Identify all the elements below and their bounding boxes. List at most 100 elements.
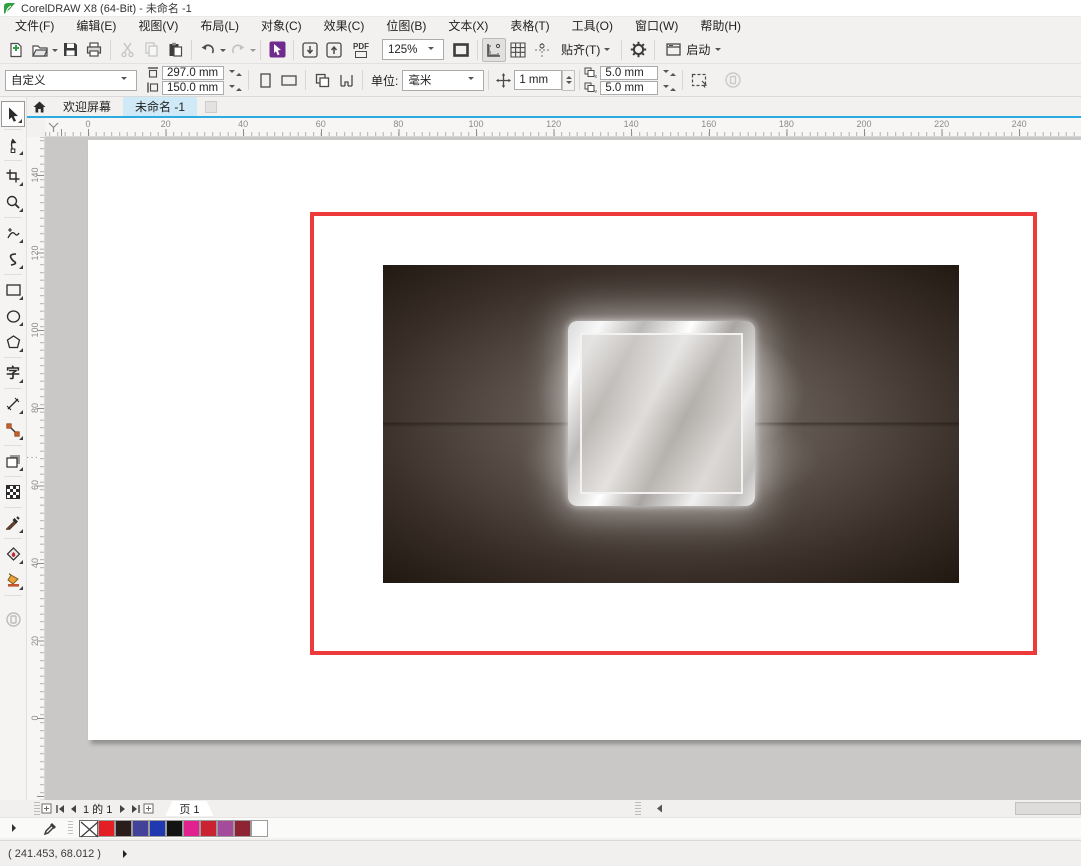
transparency-tool[interactable]: [1, 479, 25, 505]
page-height-spinner[interactable]: [227, 85, 244, 91]
color-swatch[interactable]: [200, 820, 217, 837]
show-grid-button[interactable]: [506, 38, 530, 62]
hscroll-left-arrow[interactable]: [653, 802, 666, 815]
color-swatch[interactable]: [234, 820, 251, 837]
units-combo[interactable]: 毫米: [402, 70, 484, 91]
interactive-fill-tool[interactable]: [1, 567, 25, 593]
ruler-origin-icon[interactable]: [48, 122, 59, 133]
page-height-input[interactable]: [162, 81, 224, 95]
horizontal-scrollbar-track[interactable]: [666, 802, 1081, 815]
all-pages-button[interactable]: [310, 68, 334, 92]
text-tool[interactable]: 字: [1, 360, 25, 386]
menu-help[interactable]: 帮助(H): [689, 17, 752, 36]
color-swatch[interactable]: [166, 820, 183, 837]
parallel-dimension-tool[interactable]: [1, 391, 25, 417]
menu-view[interactable]: 视图(V): [127, 17, 189, 36]
rectangle-tool[interactable]: [1, 277, 25, 303]
tab-untitled-document[interactable]: 未命名 -1: [123, 97, 197, 116]
freehand-tool[interactable]: [1, 220, 25, 246]
dark-backdrop-image[interactable]: [383, 265, 959, 583]
color-swatch[interactable]: [251, 820, 268, 837]
color-swatch[interactable]: [115, 820, 132, 837]
duplicate-y-input[interactable]: [600, 81, 658, 95]
full-screen-preview-button[interactable]: [449, 38, 473, 62]
duplicate-x-input[interactable]: [600, 66, 658, 80]
drawing-canvas[interactable]: [45, 137, 1081, 800]
zoom-level-combo[interactable]: 125%: [382, 39, 444, 60]
new-tab-button[interactable]: [205, 101, 217, 113]
drop-shadow-tool[interactable]: [1, 448, 25, 474]
page-width-input[interactable]: [162, 66, 224, 80]
menu-tools[interactable]: 工具(O): [561, 17, 624, 36]
import-button[interactable]: [298, 38, 322, 62]
palette-grip[interactable]: [68, 821, 73, 836]
treat-as-filled-button[interactable]: [687, 68, 711, 92]
artistic-media-tool[interactable]: [1, 246, 25, 272]
menu-bitmaps[interactable]: 位图(B): [375, 17, 437, 36]
current-page-button[interactable]: [334, 68, 358, 92]
zoom-tool[interactable]: [1, 189, 25, 215]
menu-file[interactable]: 文件(F): [4, 17, 65, 36]
color-swatch[interactable]: [98, 820, 115, 837]
options-button[interactable]: [626, 38, 650, 62]
add-page-before-button[interactable]: [40, 802, 53, 815]
ellipse-tool[interactable]: [1, 303, 25, 329]
toolbox-overflow-dots[interactable]: ···: [26, 452, 39, 463]
page-1-tab[interactable]: 页 1: [165, 801, 213, 816]
publish-pdf-button[interactable]: PDF: [346, 38, 376, 62]
next-page-button[interactable]: [116, 802, 129, 815]
status-expand-arrow[interactable]: [123, 850, 131, 858]
color-swatch[interactable]: [132, 820, 149, 837]
show-rulers-button[interactable]: [482, 38, 506, 62]
metal-frame-object[interactable]: [568, 321, 755, 506]
color-swatch[interactable]: [149, 820, 166, 837]
palette-scroll-arrow[interactable]: [12, 824, 20, 832]
menu-table[interactable]: 表格(T): [499, 17, 560, 36]
open-button[interactable]: [28, 38, 52, 62]
landscape-button[interactable]: [277, 68, 301, 92]
export-button[interactable]: [322, 38, 346, 62]
color-eyedropper-tool[interactable]: [1, 510, 25, 536]
print-button[interactable]: [82, 38, 106, 62]
horizontal-ruler[interactable]: 0 20 40 60 80 100 120 140 160 180 200 22…: [45, 118, 1081, 137]
menu-edit[interactable]: 编辑(E): [65, 17, 127, 36]
home-tab-button[interactable]: [27, 97, 51, 116]
color-swatch[interactable]: [183, 820, 200, 837]
page-size-preset-combo[interactable]: 自定义: [5, 70, 137, 91]
palette-eyedropper-icon[interactable]: [44, 821, 58, 835]
menu-effects[interactable]: 效果(C): [313, 17, 376, 36]
menu-layout[interactable]: 布局(L): [189, 17, 250, 36]
nudge-spinner[interactable]: [562, 70, 575, 91]
menu-window[interactable]: 窗口(W): [624, 17, 689, 36]
horizontal-scrollbar-thumb[interactable]: [1015, 802, 1081, 815]
menu-object[interactable]: 对象(C): [250, 17, 313, 36]
menu-text[interactable]: 文本(X): [437, 17, 499, 36]
tab-welcome-screen[interactable]: 欢迎屏幕: [51, 97, 123, 116]
duplicate-y-spinner[interactable]: [661, 85, 678, 91]
show-guidelines-button[interactable]: [530, 38, 554, 62]
color-swatch[interactable]: [217, 820, 234, 837]
last-page-button[interactable]: [129, 802, 142, 815]
search-content-button[interactable]: [265, 38, 289, 62]
portrait-button[interactable]: [253, 68, 277, 92]
shape-tool[interactable]: [1, 132, 25, 158]
duplicate-x-spinner[interactable]: [661, 70, 678, 76]
snap-to-dropdown[interactable]: 贴齐(T): [554, 38, 617, 62]
page-width-spinner[interactable]: [227, 70, 244, 76]
save-button[interactable]: [58, 38, 82, 62]
launch-dropdown[interactable]: 启动: [659, 38, 728, 62]
scrollbar-splitter-grip[interactable]: [635, 802, 641, 815]
nudge-distance-input[interactable]: [514, 70, 562, 90]
smart-fill-tool[interactable]: [1, 541, 25, 567]
add-page-after-button[interactable]: [142, 802, 155, 815]
vertical-ruler[interactable]: 140 120 100 80 60 40 20 0: [27, 137, 45, 800]
connector-tool[interactable]: [1, 417, 25, 443]
new-document-button[interactable]: [4, 38, 28, 62]
polygon-tool[interactable]: [1, 329, 25, 355]
pick-tool[interactable]: [1, 101, 25, 127]
undo-button[interactable]: [196, 38, 220, 62]
crop-tool[interactable]: [1, 163, 25, 189]
no-color-swatch[interactable]: [79, 820, 98, 837]
previous-page-button[interactable]: [66, 802, 79, 815]
paste-button[interactable]: [163, 38, 187, 62]
